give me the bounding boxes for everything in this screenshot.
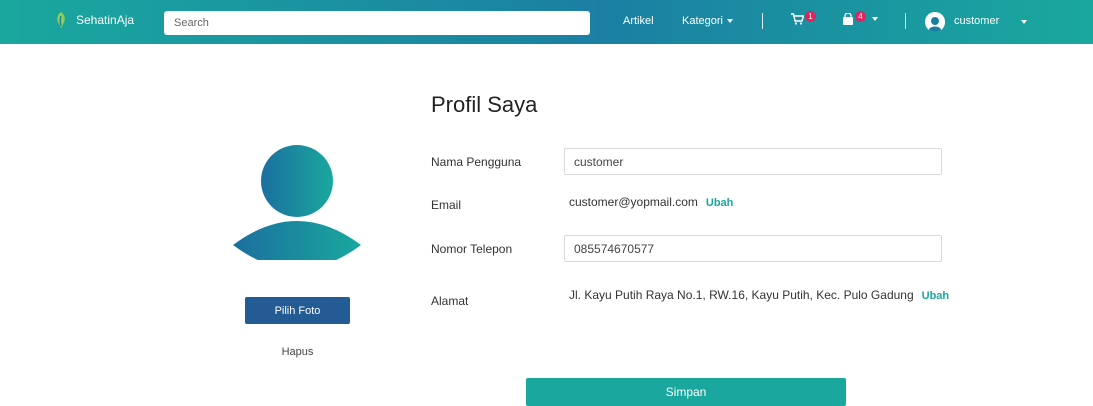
brand[interactable]: SehatinAja xyxy=(54,11,134,29)
nav-divider xyxy=(905,13,906,29)
search-input[interactable] xyxy=(164,11,590,35)
nav-artikel-label: Artikel xyxy=(623,15,654,27)
username-label: Nama Pengguna xyxy=(431,155,522,169)
chevron-down-icon xyxy=(872,17,878,21)
username-field[interactable] xyxy=(564,148,942,175)
pick-photo-button[interactable]: Pilih Foto xyxy=(245,297,350,324)
brand-name: SehatinAja xyxy=(76,13,135,27)
save-button[interactable]: Simpan xyxy=(526,378,846,406)
phone-field[interactable] xyxy=(564,235,942,262)
email-value: customer@yopmail.com xyxy=(569,195,698,209)
nav-kategori-label: Kategori xyxy=(682,15,723,27)
remove-photo-link[interactable]: Hapus xyxy=(245,346,350,358)
address-label: Alamat xyxy=(431,294,469,308)
nav-kategori-dropdown[interactable]: Kategori xyxy=(682,15,733,27)
bag-dropdown[interactable]: 4 xyxy=(842,10,878,25)
cart-count-badge: 1 xyxy=(805,10,816,22)
chevron-down-icon xyxy=(726,19,733,23)
nav-divider xyxy=(762,13,763,29)
brand-logo-icon xyxy=(57,12,65,28)
bag-count-badge: 4 xyxy=(855,10,866,22)
page-title: Profil Saya xyxy=(431,92,538,117)
address-value: Jl. Kayu Putih Raya No.1, RW.16, Kayu Pu… xyxy=(569,288,914,302)
address-row: Jl. Kayu Putih Raya No.1, RW.16, Kayu Pu… xyxy=(569,288,949,302)
user-avatar[interactable] xyxy=(925,12,945,32)
change-email-link[interactable]: Ubah xyxy=(706,197,734,209)
user-name[interactable]: customer xyxy=(954,15,999,27)
email-label: Email xyxy=(431,198,462,212)
profile-avatar-icon xyxy=(233,145,361,260)
cart-icon xyxy=(791,13,804,25)
shopping-bag-icon xyxy=(843,13,853,25)
cart-button[interactable]: 1 xyxy=(791,10,816,25)
phone-label: Nomor Telepon xyxy=(431,242,513,256)
chevron-down-icon[interactable] xyxy=(1021,20,1027,24)
change-address-link[interactable]: Ubah xyxy=(922,290,950,302)
user-avatar-icon xyxy=(925,12,945,32)
nav-artikel[interactable]: Artikel xyxy=(623,15,654,27)
top-navbar: SehatinAja Artikel Kategori 1 4 custo xyxy=(0,0,1093,44)
email-row: customer@yopmail.com Ubah xyxy=(569,195,733,209)
